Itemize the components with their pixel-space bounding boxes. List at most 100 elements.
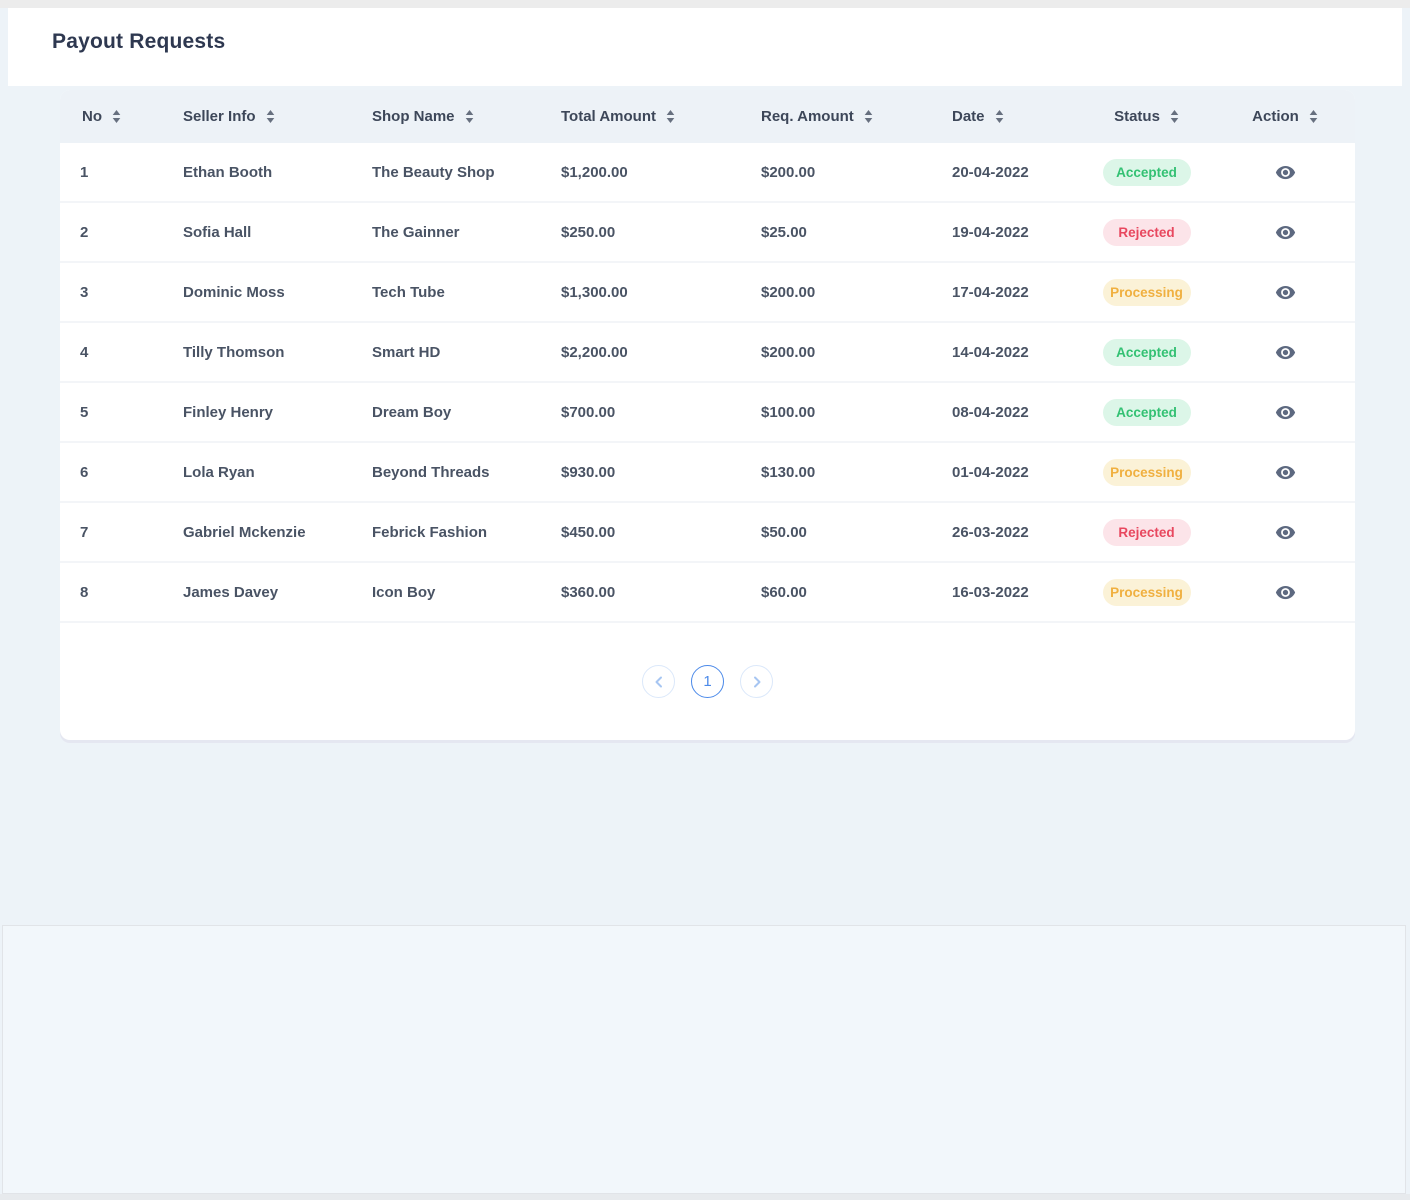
cell-seller: Lola Ryan [170,443,360,503]
eye-icon [1275,465,1295,479]
pagination: 1 [60,623,1355,740]
cell-status: Accepted [1078,143,1216,203]
cell-no: 6 [60,443,170,503]
cell-date: 01-04-2022 [942,443,1078,503]
eye-icon [1275,525,1295,539]
chevron-right-icon [753,676,760,687]
cell-action [1216,383,1355,443]
view-button[interactable] [1271,338,1300,367]
cell-date: 19-04-2022 [942,203,1078,263]
status-badge: Accepted [1102,158,1191,186]
column-header-label: Seller Info [183,108,256,125]
cell-total: $1,300.00 [548,263,746,323]
column-header-shop[interactable]: Shop Name [360,90,548,143]
table-header: No Seller Info Shop Name Total Amount Req. A… [60,90,1355,143]
payout-requests-table: No Seller Info Shop Name Total Amount Req. A… [60,90,1355,623]
cell-date: 16-03-2022 [942,563,1078,623]
cell-req: $200.00 [746,143,942,203]
table-row: 7 Gabriel Mckenzie Febrick Fashion $450.00 $… [60,503,1355,563]
column-header-label: Req. Amount [761,108,854,125]
cell-no: 4 [60,323,170,383]
cell-action [1216,443,1355,503]
column-header-total[interactable]: Total Amount [548,90,746,143]
table-header-row: No Seller Info Shop Name Total Amount Req. A… [60,90,1355,143]
view-button[interactable] [1271,278,1300,307]
pagination-prev-button[interactable] [642,665,675,698]
cell-req: $200.00 [746,323,942,383]
column-header-status[interactable]: Status [1078,90,1216,143]
cell-shop: Tech Tube [360,263,548,323]
cell-status: Accepted [1078,383,1216,443]
status-badge: Accepted [1102,338,1191,366]
eye-icon [1275,585,1295,599]
column-header-label: No [82,108,102,125]
status-badge: Rejected [1102,518,1191,546]
column-header-date[interactable]: Date [942,90,1078,143]
cell-seller: Sofia Hall [170,203,360,263]
cell-no: 5 [60,383,170,443]
status-badge: Accepted [1102,398,1191,426]
eye-icon [1275,405,1295,419]
cell-total: $1,200.00 [548,143,746,203]
cell-date: 08-04-2022 [942,383,1078,443]
view-button[interactable] [1271,158,1300,187]
cell-shop: The Gainner [360,203,548,263]
cell-req: $25.00 [746,203,942,263]
cell-shop: Icon Boy [360,563,548,623]
cell-date: 17-04-2022 [942,263,1078,323]
column-header-label: Shop Name [372,108,455,125]
cell-seller: Dominic Moss [170,263,360,323]
cell-total: $2,200.00 [548,323,746,383]
cell-no: 3 [60,263,170,323]
sort-arrows-icon [112,110,121,123]
cell-status: Processing [1078,263,1216,323]
cell-req: $130.00 [746,443,942,503]
status-badge: Processing [1102,458,1191,486]
cell-req: $60.00 [746,563,942,623]
pagination-page-button[interactable]: 1 [691,665,724,698]
eye-icon [1275,225,1295,239]
sort-arrows-icon [465,110,473,123]
table-row: 3 Dominic Moss Tech Tube $1,300.00 $200.00 17… [60,263,1355,323]
table-row: 6 Lola Ryan Beyond Threads $930.00 $130.00 01… [60,443,1355,503]
cell-date: 26-03-2022 [942,503,1078,563]
sort-arrows-icon [995,110,1003,123]
cell-total: $250.00 [548,203,746,263]
view-button[interactable] [1271,518,1300,547]
chevron-left-icon [655,676,662,687]
cell-seller: Tilly Thomson [170,323,360,383]
view-button[interactable] [1271,458,1300,487]
cell-shop: Beyond Threads [360,443,548,503]
column-header-action[interactable]: Action [1216,90,1355,143]
view-button[interactable] [1271,218,1300,247]
cell-date: 20-04-2022 [942,143,1078,203]
pagination-next-button[interactable] [740,665,773,698]
status-badge: Processing [1102,278,1191,306]
cell-shop: Smart HD [360,323,548,383]
table-row: 4 Tilly Thomson Smart HD $2,200.00 $200.00 14… [60,323,1355,383]
sort-arrows-icon [864,110,873,123]
table-row: 2 Sofia Hall The Gainner $250.00 $25.00 19-04… [60,203,1355,263]
status-badge: Rejected [1102,218,1191,246]
table-body: 1 Ethan Booth The Beauty Shop $1,200.00 $200… [60,143,1355,623]
cell-action [1216,563,1355,623]
top-strip [0,0,1410,8]
eye-icon [1275,285,1295,299]
table-row: 8 James Davey Icon Boy $360.00 $60.00 16-03-2… [60,563,1355,623]
cell-status: Processing [1078,443,1216,503]
column-header-seller[interactable]: Seller Info [170,90,360,143]
column-header-req[interactable]: Req. Amount [746,90,942,143]
view-button[interactable] [1271,578,1300,607]
column-header-label: Date [952,108,985,125]
column-header-label: Status [1114,108,1160,125]
cell-no: 2 [60,203,170,263]
cell-total: $450.00 [548,503,746,563]
cell-total: $930.00 [548,443,746,503]
view-button[interactable] [1271,398,1300,427]
cell-seller: James Davey [170,563,360,623]
cell-req: $50.00 [746,503,942,563]
sort-arrows-icon [1170,110,1179,123]
column-header-no[interactable]: No [60,90,170,143]
page-title: Payout Requests [52,30,226,53]
table-row: 5 Finley Henry Dream Boy $700.00 $100.00 08-0… [60,383,1355,443]
